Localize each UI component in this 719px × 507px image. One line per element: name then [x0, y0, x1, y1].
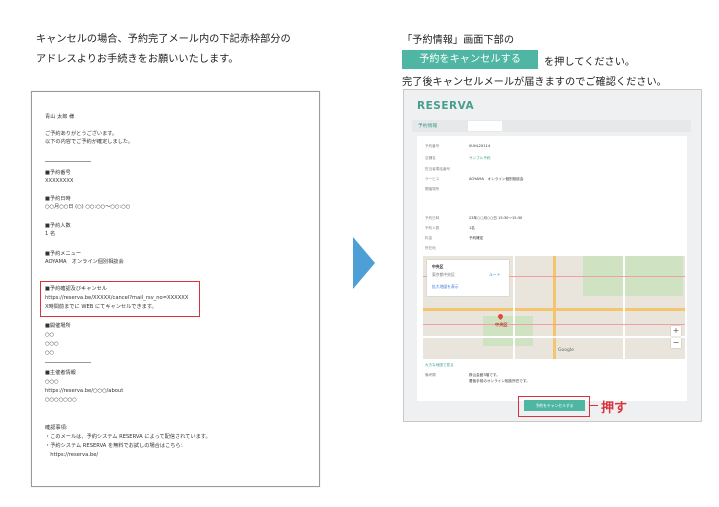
reserva-logo: RESERVA: [417, 100, 475, 112]
email-org-label: ■主催者情報: [45, 370, 76, 376]
email-org-3: ○○○○○○○: [45, 397, 77, 403]
map-road: [513, 256, 515, 359]
row-label: サービス: [425, 177, 440, 181]
row-value: 0UHL2X114: [469, 144, 491, 148]
email-org-url[interactable]: https://reserva.be/○○○/about: [45, 388, 123, 395]
row-label: 開催場所: [425, 187, 440, 191]
row-value: 予約確定: [469, 236, 484, 240]
reservation-card: 予約番号 0UHL2X114 店舗名 サンプル予約 担当者電話番号 サービス A…: [417, 136, 687, 401]
confirmation-email: 青山 太郎 様 ご予約ありがとうございます。 以下の内容でご予約が確定しました。…: [31, 91, 320, 487]
email-venue-label: ■開催場所: [45, 323, 71, 329]
email-menu-value: AOYAMA オンライン個別相談会: [45, 259, 124, 265]
zoom-in-button[interactable]: +: [671, 326, 681, 336]
tab-bar: 予約情報: [412, 120, 691, 132]
map-marker-label: 中央区: [495, 322, 508, 327]
email-note-2: ・予約システム RESERVA を無料でお試しの場合はこちら：: [45, 443, 186, 449]
email-number-value: XXXXXXXX: [45, 178, 74, 184]
remarks-label: 備考欄: [425, 373, 436, 377]
email-greeting: 青山 太郎 様: [45, 114, 75, 120]
map-larger-link[interactable]: 拡大地図を表示: [432, 284, 459, 290]
cancel-button-highlight: [518, 396, 590, 417]
email-venue-2: ○○○: [45, 341, 59, 347]
email-note-1: ・このメールは、予約システム RESERVA によって配信されています。: [45, 434, 211, 440]
press-label: 押す: [601, 401, 628, 416]
row-label: 店舗名: [425, 156, 436, 160]
rail-line: [423, 324, 685, 326]
map-road: [423, 336, 685, 338]
row-label: 所在地: [425, 246, 436, 250]
cancel-pill-example: 予約をキャンセルする: [402, 50, 538, 69]
tab-reservation-info[interactable]: 予約情報: [418, 122, 437, 129]
intro-line-2: アドレスよりお手続きをお願いいたします。: [36, 54, 239, 65]
row-label: 担当者電話番号: [425, 167, 451, 171]
email-datetime-value: ○○月○○日 (○) ○○:○○〜○○:○○: [45, 204, 131, 210]
divider: [45, 161, 91, 162]
highlight-connector: [590, 405, 598, 407]
email-cancel-deadline: X時間前までに WEB にてキャンセルできます。: [45, 304, 157, 310]
map-directions[interactable]: ルート: [489, 272, 500, 278]
row-label: 予約人数: [425, 226, 440, 230]
instruction-line-3: 完了後キャンセルメールが届きますのでご確認ください。: [402, 77, 667, 88]
email-datetime-label: ■予約日時: [45, 196, 71, 202]
google-logo: Google: [558, 348, 574, 353]
zoom-out-button[interactable]: −: [671, 338, 681, 348]
row-label: 料金: [425, 236, 433, 240]
email-people-label: ■予約人数: [45, 223, 71, 229]
tab-chip: [468, 121, 502, 131]
park-area: [483, 316, 533, 346]
map-road: [623, 256, 625, 359]
email-note-3[interactable]: https://reserva.be/: [45, 452, 98, 459]
email-cancel-url[interactable]: https://reserva.be/XXXXX/cancel?mail_rsv…: [45, 295, 188, 302]
row-label: 予約日時: [425, 216, 440, 220]
reservation-info-screen: RESERVA 予約情報 予約番号 0UHL2X114 店舗名 サンプル予約 担…: [403, 89, 702, 422]
instruction-line-1: 「予約情報」画面下部の: [402, 35, 515, 46]
email-venue-3: ○○: [45, 350, 55, 356]
location-map[interactable]: 中央区 東京都中央区 拡大地図を表示 ルート 中央区 Google + −: [423, 256, 685, 359]
email-number-label: ■予約番号: [45, 170, 71, 176]
map-place-sub: 東京都中央区: [432, 272, 455, 277]
intro-line-1: キャンセルの場合、予約完了メール内の下記赤枠部分の: [36, 34, 291, 45]
divider: [45, 362, 91, 363]
map-link[interactable]: 大きな地図で見る: [425, 363, 454, 368]
remarks-line-2: 看板手前のオンライン相談所在です。: [469, 379, 530, 383]
map-road: [553, 256, 556, 359]
row-value: 23年○○月○○日 15:30〜15:30: [469, 216, 523, 220]
email-org-1: ○○○: [45, 379, 59, 385]
email-cancel-label: ■予約確認及びキャンセル: [45, 286, 107, 292]
email-thanks: ご予約ありがとうございます。: [45, 131, 118, 137]
next-step-arrow: [353, 237, 375, 289]
map-place-name: 中央区: [432, 264, 444, 269]
row-value: AOYAMA オンライン個別相談会: [469, 177, 524, 181]
instruction-line-2: を押してください。: [544, 57, 636, 68]
email-menu-label: ■予約メニュー: [45, 251, 82, 257]
email-people-value: 1 名: [45, 231, 56, 237]
email-confirmed: 以下の内容でご予約が確定しました。: [45, 139, 134, 145]
email-notes-label: 確認事項:: [45, 425, 68, 431]
row-value-link[interactable]: サンプル予約: [469, 156, 490, 161]
row-value: 1名: [469, 226, 475, 230]
row-label: 予約番号: [425, 144, 440, 148]
intro-text: キャンセルの場合、予約完了メール内の下記赤枠部分の アドレスよりお手続きをお願い…: [36, 30, 291, 70]
remarks-line-1: 株山会館3階です。: [469, 373, 500, 377]
email-venue-1: ○○: [45, 332, 55, 338]
map-info-card: 中央区 東京都中央区 拡大地図を表示 ルート: [427, 260, 509, 296]
